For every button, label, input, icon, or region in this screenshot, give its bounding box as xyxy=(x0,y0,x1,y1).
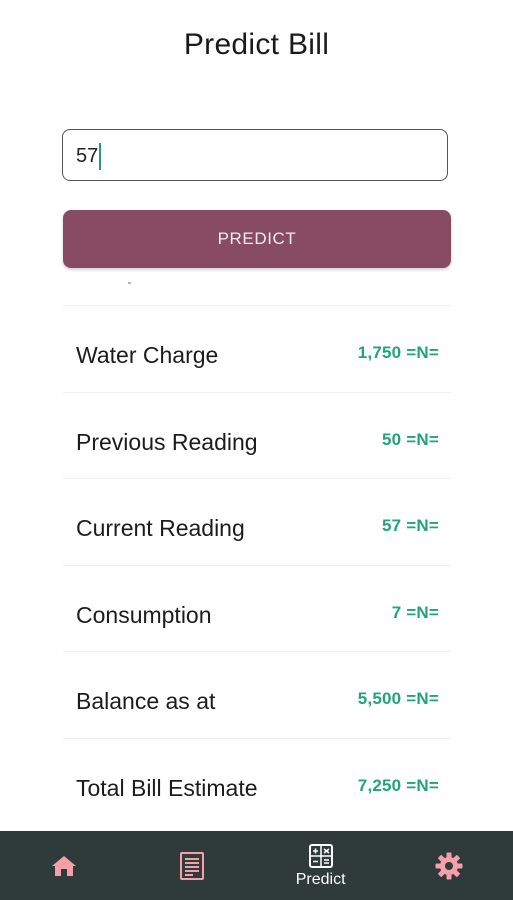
result-row-previous-reading: Previous Reading 50 =N= xyxy=(63,391,451,479)
result-value: 57 =N= xyxy=(382,516,439,535)
result-value: 50 =N= xyxy=(382,429,439,449)
input-value: 57 xyxy=(76,145,99,167)
result-label: Balance as at xyxy=(76,688,216,714)
page-title: Predict Bill xyxy=(183,28,330,61)
nav-item-predict[interactable]: Predict xyxy=(257,831,385,900)
result-value: 5,500 =N= xyxy=(357,689,439,708)
meter-reading-input[interactable]: 57 xyxy=(62,129,448,181)
result-row-consumption: Consumption 7 =N= xyxy=(63,564,451,652)
result-value: 7 =N= xyxy=(391,602,439,622)
predict-button[interactable]: PREDICT xyxy=(63,210,451,268)
nav-item-home[interactable] xyxy=(0,831,128,900)
nav-item-label: Predict xyxy=(295,870,346,888)
result-row-balance: Balance as at 5,500 =N= xyxy=(63,651,451,738)
result-row-water-charge: Water Charge 1,750 =N= xyxy=(63,305,451,392)
calculator-icon xyxy=(308,843,334,869)
result-label: Previous Reading xyxy=(76,428,258,455)
nav-item-settings[interactable] xyxy=(385,831,513,900)
nav-item-bills[interactable] xyxy=(128,831,256,900)
result-value: 7,250 =N= xyxy=(357,775,439,795)
results-list: Water Charge 1,750 =N= Previous Reading … xyxy=(63,305,451,824)
bill-document-icon xyxy=(179,851,205,881)
result-row-current-reading: Current Reading 57 =N= xyxy=(63,478,451,565)
text-cursor xyxy=(99,143,102,170)
gear-icon xyxy=(434,851,464,881)
result-label: Consumption xyxy=(76,601,212,628)
divider-mark xyxy=(128,282,131,284)
result-label: Water Charge xyxy=(76,342,219,368)
home-icon xyxy=(51,854,77,878)
result-label: Current Reading xyxy=(76,515,245,541)
result-row-total-bill: Total Bill Estimate 7,250 =N= xyxy=(63,737,451,825)
result-value: 1,750 =N= xyxy=(357,343,439,362)
result-label: Total Bill Estimate xyxy=(76,774,258,801)
bottom-navigation: Predict xyxy=(0,831,513,900)
